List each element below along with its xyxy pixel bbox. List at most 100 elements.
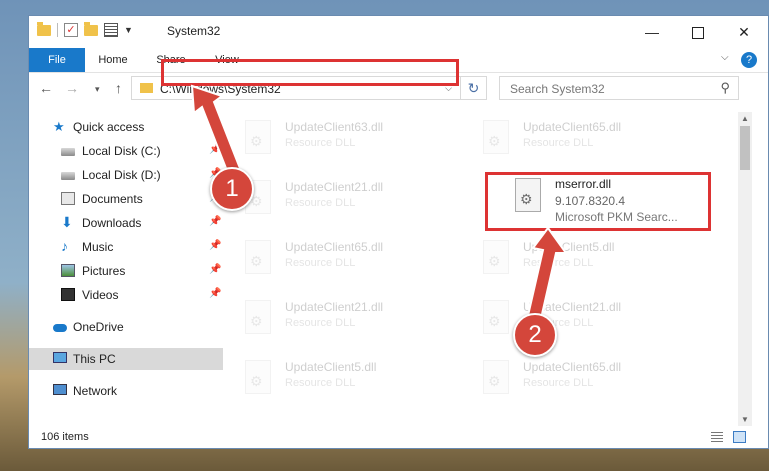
expand-ribbon-icon[interactable]: ⌵ <box>721 52 729 63</box>
window-title: System32 <box>167 24 221 38</box>
sidebar-item-documents[interactable]: Documents 📌 <box>29 188 223 210</box>
gear-icon: ⚙ <box>488 253 501 269</box>
search-icon[interactable]: ⚲ <box>720 80 730 96</box>
up-button[interactable]: ↑ <box>115 80 122 96</box>
title-bar: ✓ ▼ System32 — ✕ <box>29 16 768 48</box>
maximize-button[interactable] <box>675 16 721 48</box>
quick-access-toolbar: ✓ ▼ <box>37 21 133 37</box>
cloud-icon <box>53 324 67 332</box>
star-icon: ★ <box>53 119 65 134</box>
navigation-pane: ★ Quick access Local Disk (C:) 📌 Local D… <box>29 112 223 412</box>
sidebar-item-label: Local Disk (C:) <box>82 144 161 158</box>
file-item[interactable]: ⚙ UpdateClient65.dll Resource DLL <box>237 234 467 286</box>
toolbar-divider <box>57 23 58 37</box>
file-type: Resource DLL <box>285 257 356 269</box>
scroll-down-icon[interactable]: ▼ <box>741 415 749 424</box>
file-highlight-box <box>485 172 711 231</box>
file-name: UpdateClient5.dll <box>285 360 377 374</box>
close-button[interactable]: ✕ <box>721 16 767 48</box>
details-view-icon[interactable] <box>711 432 723 443</box>
file-type: Resource DLL <box>523 137 594 149</box>
sidebar-item-this-pc[interactable]: This PC <box>29 348 223 370</box>
gear-icon: ⚙ <box>488 133 501 149</box>
pin-icon[interactable]: 📌 <box>209 216 221 227</box>
network-icon <box>53 384 67 395</box>
vertical-scrollbar[interactable]: ▲ ▼ <box>738 112 752 426</box>
videos-icon <box>61 288 75 301</box>
tab-home[interactable]: Home <box>85 48 141 72</box>
sidebar-item-label: Network <box>73 384 118 398</box>
file-item[interactable]: ⚙ UpdateClient65.dll Resource DLL <box>475 114 705 166</box>
properties-icon[interactable] <box>104 23 118 37</box>
dll-file-icon: ⚙ <box>245 240 271 274</box>
sidebar-item-local-disk-d[interactable]: Local Disk (D:) 📌 <box>29 164 223 186</box>
file-name: UpdateClient65.dll <box>523 360 622 374</box>
dll-file-icon: ⚙ <box>483 360 509 394</box>
file-name: UpdateClient65.dll <box>523 120 622 134</box>
download-icon: ⬇ <box>61 214 73 230</box>
help-icon[interactable]: ? <box>741 52 757 68</box>
file-item[interactable]: ⚙ UpdateClient65.dll Resource DLL <box>475 354 705 406</box>
gear-icon: ⚙ <box>250 133 263 149</box>
file-list: ⚙ UpdateClient63.dll Resource DLL ⚙ Upda… <box>237 112 737 412</box>
pin-icon[interactable]: 📌 <box>209 264 221 275</box>
search-input[interactable]: Search System32 ⚲ <box>499 76 739 100</box>
sidebar-item-videos[interactable]: Videos 📌 <box>29 284 223 306</box>
scroll-up-icon[interactable]: ▲ <box>741 114 749 123</box>
recent-locations-dropdown-icon[interactable]: ▾ <box>95 84 100 95</box>
customize-toolbar-dropdown-icon[interactable]: ▼ <box>124 25 133 35</box>
sidebar-item-quick-access[interactable]: ★ Quick access <box>29 116 223 138</box>
file-item[interactable]: ⚙ UpdateClient5.dll Resource DLL <box>475 234 705 286</box>
drive-icon <box>61 148 75 156</box>
file-item[interactable]: ⚙ UpdateClient63.dll Resource DLL <box>237 114 467 166</box>
refresh-button[interactable]: ↻ <box>461 76 487 100</box>
sidebar-item-label: Downloads <box>82 216 142 230</box>
minimize-button[interactable]: — <box>629 16 675 48</box>
dll-file-icon: ⚙ <box>245 300 271 334</box>
sidebar-item-label: Pictures <box>82 264 126 278</box>
file-name: UpdateClient63.dll <box>285 120 384 134</box>
file-item[interactable]: ⚙ UpdateClient21.dll Resource DLL <box>237 174 467 226</box>
sidebar-item-music[interactable]: ♪ Music 📌 <box>29 236 223 258</box>
dll-file-icon: ⚙ <box>483 240 509 274</box>
gear-icon: ⚙ <box>250 373 263 389</box>
file-item[interactable]: ⚙ UpdateClient21.dll Resource DLL <box>237 294 467 346</box>
sidebar-item-label: OneDrive <box>73 320 124 334</box>
scroll-thumb[interactable] <box>740 126 750 170</box>
step-1-badge: 1 <box>210 167 254 211</box>
tiles-view-icon[interactable] <box>733 431 746 443</box>
sidebar-item-pictures[interactable]: Pictures 📌 <box>29 260 223 282</box>
search-placeholder: Search System32 <box>510 82 605 96</box>
documents-icon <box>61 192 75 205</box>
dll-file-icon: ⚙ <box>483 300 509 334</box>
sidebar-item-network[interactable]: Network <box>29 380 223 402</box>
maximize-icon <box>692 27 704 40</box>
back-button[interactable]: ← <box>39 80 53 96</box>
sidebar-item-label: Documents <box>82 192 143 206</box>
new-folder-icon[interactable] <box>84 21 98 36</box>
gear-icon: ⚙ <box>488 373 501 389</box>
item-count: 106 items <box>41 431 89 443</box>
folder-icon <box>37 21 51 36</box>
file-item[interactable]: ⚙ UpdateClient21.dll Resource DLL <box>475 294 705 346</box>
file-type: Resource DLL <box>285 377 356 389</box>
file-type: Resource DLL <box>285 197 356 209</box>
computer-icon <box>53 352 67 363</box>
sidebar-item-label: Local Disk (D:) <box>82 168 161 182</box>
sidebar-item-downloads[interactable]: ⬇ Downloads 📌 <box>29 212 223 234</box>
dll-file-icon: ⚙ <box>245 360 271 394</box>
pin-icon[interactable]: 📌 <box>209 240 221 251</box>
gear-icon: ⚙ <box>250 313 263 329</box>
pin-icon[interactable]: 📌 <box>209 144 221 155</box>
sidebar-item-onedrive[interactable]: OneDrive <box>29 316 223 338</box>
address-highlight-box <box>161 59 459 86</box>
pictures-icon <box>61 264 75 277</box>
sidebar-item-label: Quick access <box>73 120 145 134</box>
dll-file-icon: ⚙ <box>245 120 271 154</box>
forward-button[interactable]: → <box>65 80 79 96</box>
properties-check-icon[interactable]: ✓ <box>64 23 78 37</box>
pin-icon[interactable]: 📌 <box>209 288 221 299</box>
file-item[interactable]: ⚙ UpdateClient5.dll Resource DLL <box>237 354 467 406</box>
tab-file[interactable]: File <box>29 48 85 72</box>
sidebar-item-local-disk-c[interactable]: Local Disk (C:) 📌 <box>29 140 223 162</box>
